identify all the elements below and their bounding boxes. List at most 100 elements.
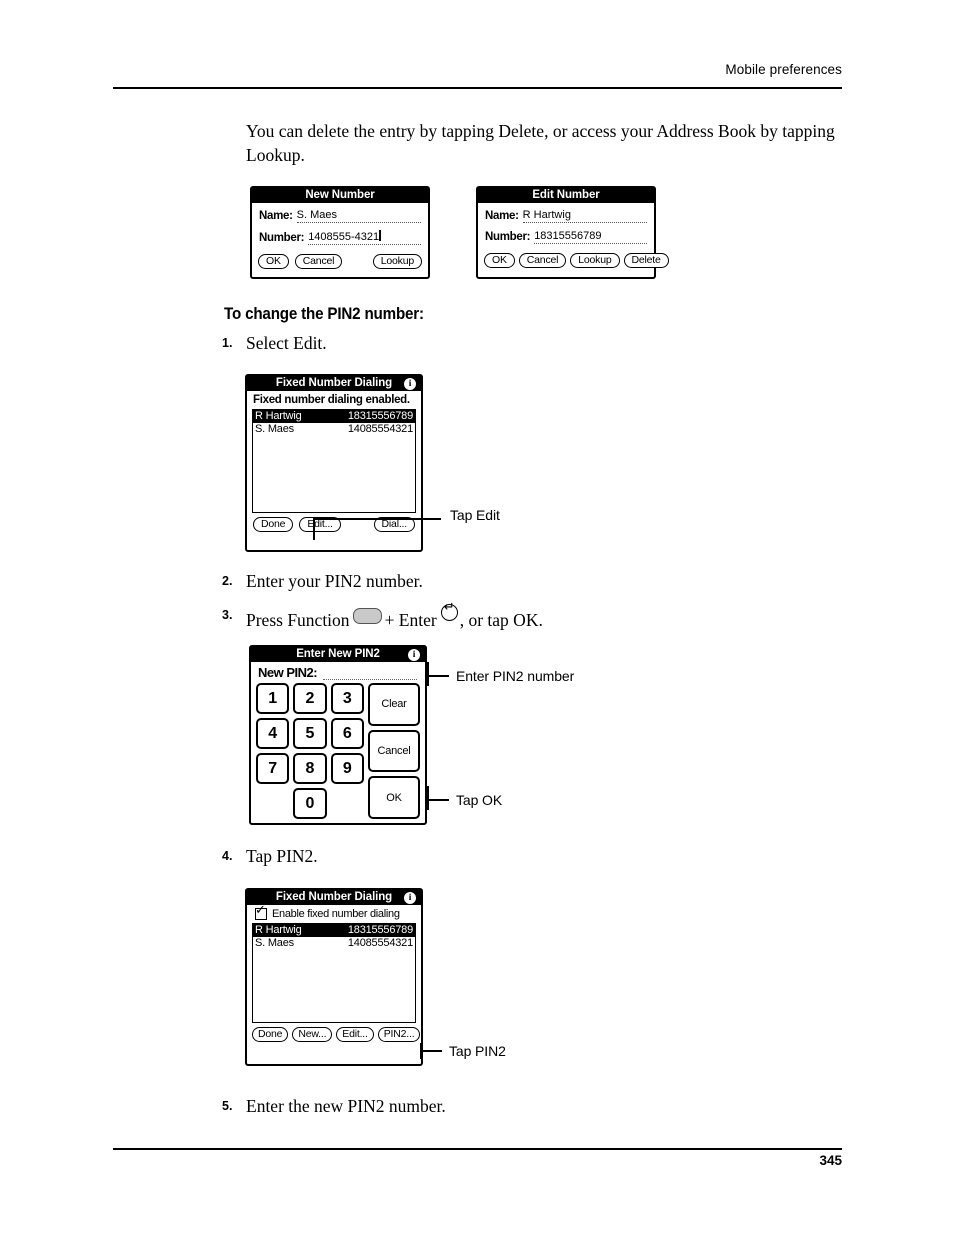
enter-new-pin2-dialog: Enter New PIN2 i New PIN2: 1 2 3 4 5 6 7… [249, 645, 428, 826]
number-input-value: 1408555-4321 [308, 231, 380, 243]
step-3-text-middle: + Enter [384, 610, 437, 630]
page-number: 345 [819, 1153, 842, 1168]
key-8[interactable]: 8 [293, 753, 327, 784]
info-icon[interactable]: i [404, 891, 416, 904]
key-3[interactable]: 3 [330, 683, 364, 714]
step-5: 5. Enter the new PIN2 number. [222, 1095, 446, 1118]
done-button[interactable]: Done [252, 1027, 289, 1042]
key-6[interactable]: 6 [330, 718, 364, 749]
key-9[interactable]: 9 [330, 753, 364, 784]
checkbox-icon[interactable] [255, 904, 267, 920]
pin-keypad: 1 2 3 4 5 6 7 8 9 0 Clear Cancel OK [251, 683, 425, 824]
info-icon[interactable]: i [404, 377, 416, 390]
edit-button[interactable]: Edit... [336, 1027, 374, 1042]
key-4[interactable]: 4 [256, 718, 290, 749]
fnd1-status-text: Fixed number dialing enabled. [253, 394, 410, 406]
key-5[interactable]: 5 [293, 718, 327, 749]
lookup-button[interactable]: Lookup [570, 253, 620, 268]
fnd2-button-row: Done New... Edit... PIN2... [247, 1023, 421, 1046]
cancel-button[interactable]: Cancel [518, 253, 567, 268]
footer-rule [113, 1148, 842, 1150]
name-input[interactable]: S. Maes [296, 209, 421, 223]
number-label: Number: [259, 232, 305, 244]
callout-tap-pin2: Tap PIN2 [449, 1043, 506, 1059]
enter-pin2-leader-vertical [427, 662, 429, 686]
key-0[interactable]: 0 [293, 788, 327, 819]
enable-fnd-label: Enable fixed number dialing [272, 908, 400, 920]
entry-number: 14085554321 [347, 937, 413, 949]
new-number-title: New Number [305, 189, 375, 201]
step-2: 2. Enter your PIN2 number. [222, 570, 423, 593]
pin2-button[interactable]: PIN2... [377, 1027, 421, 1042]
new-number-number-row: Number: 1408555-4321 [259, 230, 421, 245]
key-7[interactable]: 7 [256, 753, 290, 784]
number-input[interactable]: 18315556789 [534, 230, 647, 244]
fnd2-title: Fixed Number Dialing [275, 891, 393, 903]
cancel-button[interactable]: Cancel [368, 729, 420, 773]
tap-edit-leader-vertical [313, 518, 315, 540]
step-5-text: Enter the new PIN2 number. [246, 1096, 446, 1116]
pin-input[interactable] [323, 668, 417, 680]
fixed-number-dialing-screen-1: Fixed Number Dialing i Fixed number dial… [245, 374, 424, 553]
pin-field-label: New PIN2: [258, 665, 318, 680]
clear-button[interactable]: Clear [368, 683, 420, 726]
new-button[interactable]: New... [292, 1027, 333, 1042]
step-1-text: Select Edit. [246, 333, 327, 353]
lookup-button[interactable]: Lookup [372, 254, 422, 269]
step-4: 4. Tap PIN2. [222, 845, 318, 868]
fnd1-button-row: Done Edit... Dial... [247, 513, 421, 536]
enable-fnd-checkbox-row[interactable]: Enable fixed number dialing [247, 904, 421, 923]
callout-tap-ok: Tap OK [456, 792, 503, 808]
list-item[interactable]: R Hartwig 18315556789 [253, 924, 415, 937]
step-1-number: 1. [222, 336, 233, 350]
pin-field-row: New PIN2: [251, 662, 425, 683]
entry-name: R Hartwig [255, 410, 302, 422]
cancel-button[interactable]: Cancel [294, 254, 343, 269]
step-3-text: Press Function + Enter , or tap OK. [246, 600, 543, 632]
step-2-text: Enter your PIN2 number. [246, 571, 423, 591]
new-number-name-row: Name: S. Maes [259, 209, 421, 223]
step-3-text-after: , or tap OK. [459, 610, 543, 630]
number-label: Number: [485, 231, 531, 243]
fnd1-title: Fixed Number Dialing [275, 377, 393, 389]
edit-number-number-row: Number: 18315556789 [485, 230, 647, 244]
name-input[interactable]: R Hartwig [522, 209, 647, 223]
edit-number-name-row: Name: R Hartwig [485, 209, 647, 223]
pin-keypad-digits: 1 2 3 4 5 6 7 8 9 0 [256, 683, 364, 819]
entry-number: 18315556789 [347, 924, 413, 936]
key-1[interactable]: 1 [256, 683, 290, 714]
info-icon[interactable]: i [408, 648, 420, 661]
step-2-number: 2. [222, 574, 233, 588]
new-number-button-row: OK Cancel Lookup [252, 252, 428, 274]
step-3: 3. Press Function + Enter , or tap OK. [222, 600, 543, 632]
entry-name: S. Maes [255, 423, 294, 435]
number-input[interactable]: 1408555-4321 [308, 230, 421, 245]
list-item[interactable]: S. Maes 14085554321 [253, 937, 415, 950]
enter-pin2-leader-horizontal [427, 675, 449, 677]
entry-number: 14085554321 [347, 423, 413, 435]
callout-tap-edit: Tap Edit [450, 507, 500, 523]
fnd2-titlebar: Fixed Number Dialing i [247, 890, 421, 905]
name-label: Name: [485, 210, 519, 222]
page-header-title: Mobile preferences [725, 62, 842, 77]
name-label: Name: [259, 210, 293, 222]
delete-button[interactable]: Delete [623, 253, 669, 268]
step-3-number: 3. [222, 608, 233, 622]
section-heading: To change the PIN2 number: [224, 305, 424, 323]
pin-dialog-title: Enter New PIN2 [296, 648, 380, 660]
edit-number-titlebar: Edit Number [478, 188, 654, 203]
ok-button[interactable]: OK [484, 253, 515, 268]
done-button[interactable]: Done [253, 517, 294, 532]
entry-name: R Hartwig [255, 924, 302, 936]
list-item[interactable]: S. Maes 14085554321 [253, 423, 415, 436]
ok-button[interactable]: OK [368, 776, 420, 820]
pin-keypad-actions: Clear Cancel OK [368, 683, 420, 820]
fnd1-entry-list[interactable]: R Hartwig 18315556789 S. Maes 1408555432… [252, 409, 416, 513]
header-rule [113, 87, 842, 89]
key-2[interactable]: 2 [293, 683, 327, 714]
list-item[interactable]: R Hartwig 18315556789 [253, 410, 415, 423]
ok-button[interactable]: OK [258, 254, 289, 269]
new-number-titlebar: New Number [252, 188, 428, 203]
edit-number-button-row: OK Cancel Lookup Delete [478, 251, 669, 273]
fnd2-entry-list[interactable]: R Hartwig 18315556789 S. Maes 1408555432… [252, 923, 416, 1023]
